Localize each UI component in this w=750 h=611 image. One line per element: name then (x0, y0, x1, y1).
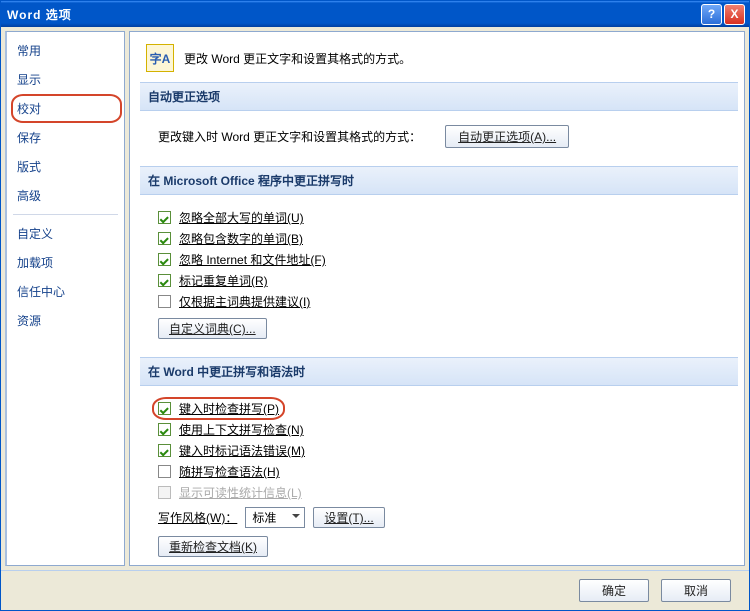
page-header: 字A 更改 Word 更正文字和设置其格式的方式。 (140, 38, 744, 82)
group-word-title: 在 Word 中更正拼写和语法时 (140, 357, 738, 386)
label-main-dict-only: 仅根据主词典提供建议(I) (179, 293, 310, 310)
group-autocorrect-title: 自动更正选项 (140, 82, 738, 111)
group-word-body: 键入时检查拼写(P) 使用上下文拼写检查(N) 键入时标记语法错误(M) 随拼写… (140, 386, 744, 565)
label-flag-repeated: 标记重复单词(R) (179, 272, 268, 289)
checkbox-flag-repeated[interactable] (158, 274, 171, 287)
label-mark-grammar: 键入时标记语法错误(M) (179, 442, 305, 459)
sidebar: 常用 显示 校对 保存 版式 高级 自定义 加载项 信任中心 资源 (5, 31, 125, 566)
sidebar-item-save[interactable]: 保存 (7, 123, 124, 152)
main-scroll[interactable]: 字A 更改 Word 更正文字和设置其格式的方式。 自动更正选项 更改键入时 W… (130, 32, 744, 565)
writing-style-label: 写作风格(W)： (158, 509, 237, 526)
proofing-icon: 字A (146, 44, 174, 72)
label-check-spelling: 键入时检查拼写(P) (179, 400, 279, 417)
page-header-text: 更改 Word 更正文字和设置其格式的方式。 (184, 50, 411, 67)
checkbox-check-spelling[interactable] (158, 402, 171, 415)
footer: 确定 取消 (1, 570, 749, 610)
autocorrect-options-button[interactable]: 自动更正选项(A)... (445, 125, 569, 148)
label-ignore-numbers: 忽略包含数字的单词(B) (179, 230, 303, 247)
checkbox-mark-grammar[interactable] (158, 444, 171, 457)
sidebar-item-advanced[interactable]: 高级 (7, 181, 124, 210)
checkbox-ignore-numbers[interactable] (158, 232, 171, 245)
checkbox-check-grammar-with-spelling[interactable] (158, 465, 171, 478)
label-readability-stats: 显示可读性统计信息(L) (179, 484, 302, 501)
checkbox-ignore-uppercase[interactable] (158, 211, 171, 224)
help-button[interactable]: ? (701, 4, 722, 25)
ok-button[interactable]: 确定 (579, 579, 649, 602)
label-contextual-spelling: 使用上下文拼写检查(N) (179, 421, 304, 438)
label-ignore-uppercase: 忽略全部大写的单词(U) (179, 209, 304, 226)
label-ignore-urls: 忽略 Internet 和文件地址(F) (179, 251, 326, 268)
sidebar-item-general[interactable]: 常用 (7, 36, 124, 65)
label-check-grammar-with-spelling: 随拼写检查语法(H) (179, 463, 280, 480)
cancel-button[interactable]: 取消 (661, 579, 731, 602)
custom-dictionaries-button[interactable]: 自定义词典(C)... (158, 318, 267, 339)
checkbox-ignore-urls[interactable] (158, 253, 171, 266)
settings-button[interactable]: 设置(T)... (313, 507, 384, 528)
sidebar-item-addins[interactable]: 加载项 (7, 248, 124, 277)
sidebar-item-layout[interactable]: 版式 (7, 152, 124, 181)
checkbox-readability-stats (158, 486, 171, 499)
group-office-body: 忽略全部大写的单词(U) 忽略包含数字的单词(B) 忽略 Internet 和文… (140, 195, 744, 357)
sidebar-item-proofing[interactable]: 校对 (7, 94, 124, 123)
autocorrect-line: 更改键入时 Word 更正文字和设置其格式的方式： (158, 128, 421, 145)
group-autocorrect-body: 更改键入时 Word 更正文字和设置其格式的方式： 自动更正选项(A)... (140, 111, 744, 166)
main-panel: 字A 更改 Word 更正文字和设置其格式的方式。 自动更正选项 更改键入时 W… (129, 31, 745, 566)
sidebar-item-display[interactable]: 显示 (7, 65, 124, 94)
sidebar-separator (13, 214, 118, 215)
titlebar: Word 选项 ? X (1, 1, 749, 27)
window-title: Word 选项 (7, 6, 699, 23)
sidebar-item-resources[interactable]: 资源 (7, 306, 124, 335)
sidebar-item-trust[interactable]: 信任中心 (7, 277, 124, 306)
word-options-window: Word 选项 ? X 常用 显示 校对 保存 版式 高级 自定义 加载项 信任… (0, 0, 750, 611)
writing-style-select[interactable]: 标准 (245, 507, 305, 528)
close-button[interactable]: X (724, 4, 745, 25)
checkbox-contextual-spelling[interactable] (158, 423, 171, 436)
sidebar-item-customize[interactable]: 自定义 (7, 219, 124, 248)
group-office-title: 在 Microsoft Office 程序中更正拼写时 (140, 166, 738, 195)
check-spelling-as-type-row: 键入时检查拼写(P) (158, 400, 279, 417)
dialog-body: 常用 显示 校对 保存 版式 高级 自定义 加载项 信任中心 资源 字A 更改 … (1, 27, 749, 570)
checkbox-main-dict-only[interactable] (158, 295, 171, 308)
recheck-document-button[interactable]: 重新检查文档(K) (158, 536, 268, 557)
